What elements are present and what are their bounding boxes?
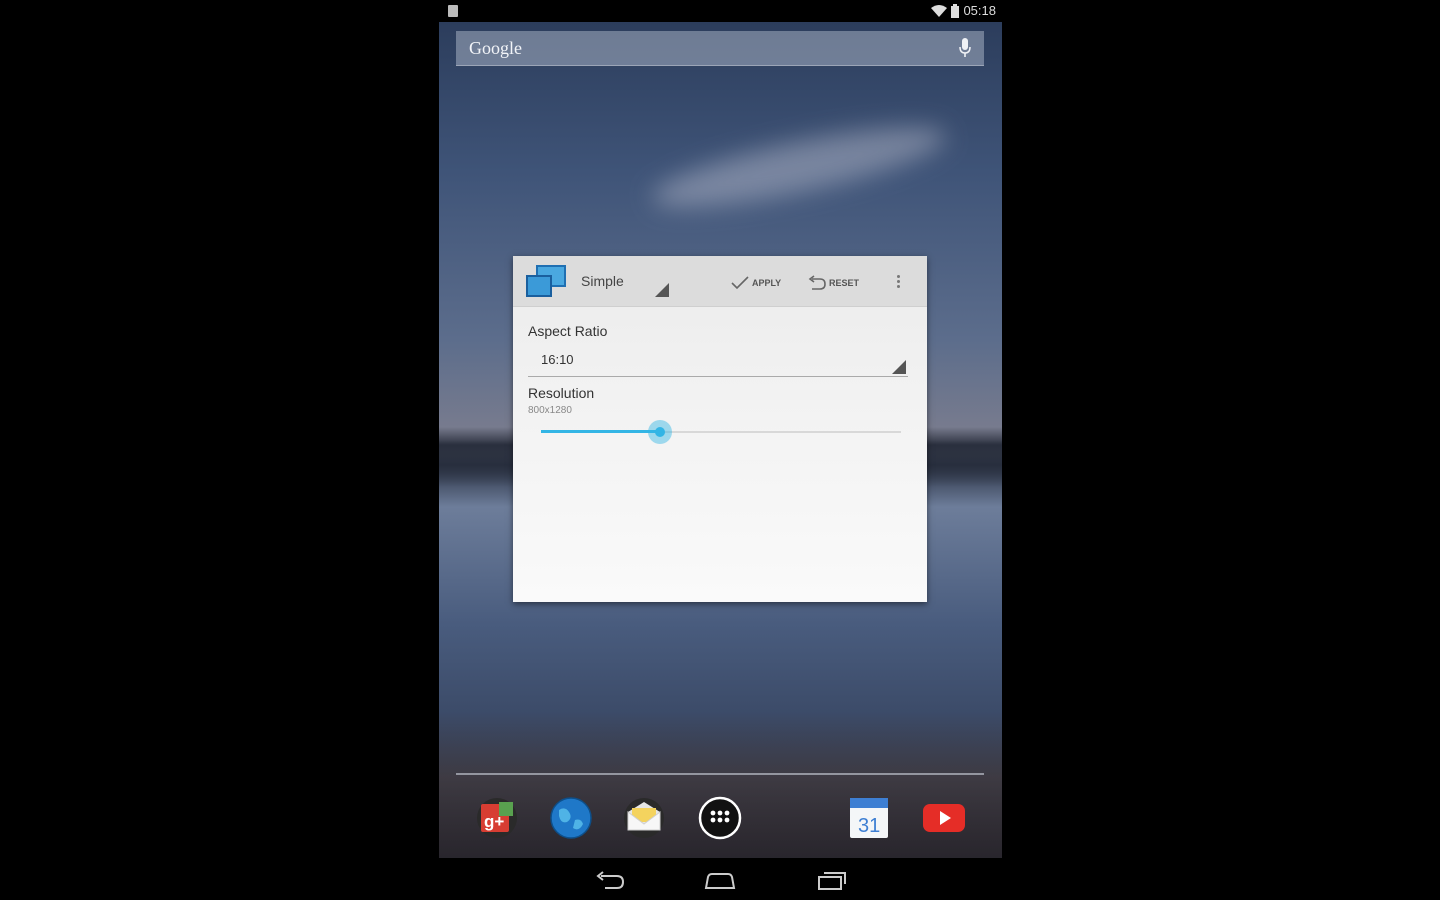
mic-icon[interactable]: [959, 38, 971, 58]
screen-resolution-app-icon: [526, 265, 566, 297]
aspect-ratio-label: Aspect Ratio: [528, 323, 608, 339]
email-icon[interactable]: [622, 796, 666, 840]
undo-icon: [808, 275, 826, 290]
calendar-icon[interactable]: 31: [847, 796, 891, 840]
status-right: 05:18: [931, 3, 996, 18]
resolution-slider[interactable]: [541, 420, 901, 444]
reset-button[interactable]: RESET: [808, 272, 859, 294]
apply-button[interactable]: APPLY: [731, 272, 781, 294]
reset-label: RESET: [829, 278, 860, 288]
resolution-value: 800x1280: [528, 405, 572, 416]
widget-toolbar: Simple APPLY RESET: [513, 256, 927, 307]
mode-spinner[interactable]: Simple: [581, 273, 671, 301]
status-bar: 05:18: [439, 0, 1002, 22]
svg-text:g+: g+: [484, 812, 504, 831]
aspect-ratio-value: 16:10: [541, 352, 574, 367]
slider-fill: [541, 430, 660, 433]
wifi-icon: [931, 4, 948, 17]
back-icon[interactable]: [593, 868, 627, 892]
home-icon[interactable]: [703, 868, 737, 892]
device-screen: 05:18 Google Simple APPLY RESET Aspect R…: [439, 0, 1002, 900]
dock-divider: [456, 773, 984, 775]
resolution-label: Resolution: [528, 385, 595, 401]
spinner-arrow-icon: [892, 360, 906, 374]
notification-icon: [448, 5, 458, 17]
google-search-bar[interactable]: Google: [456, 31, 984, 66]
app-drawer-icon[interactable]: [698, 796, 742, 840]
slider-thumb[interactable]: [647, 420, 672, 444]
spinner-arrow-icon: [655, 283, 669, 297]
battery-icon: [951, 3, 960, 18]
mode-label: Simple: [581, 273, 624, 289]
calendar-date: 31: [858, 815, 880, 837]
status-time: 05:18: [963, 3, 996, 18]
recents-icon[interactable]: [815, 868, 849, 892]
google-plus-icon[interactable]: g+: [475, 796, 519, 840]
checkmark-icon: [731, 276, 749, 290]
apply-label: APPLY: [752, 278, 782, 288]
youtube-icon[interactable]: [922, 796, 966, 840]
aspect-ratio-select[interactable]: 16:10: [528, 348, 908, 377]
wallpaper-cloud: [647, 111, 951, 223]
browser-globe-icon[interactable]: [549, 796, 593, 840]
resolution-widget: Simple APPLY RESET Aspect Ratio 16:10 Re…: [513, 256, 927, 602]
navigation-bar: [439, 858, 1002, 900]
overflow-menu-icon[interactable]: [895, 273, 901, 291]
google-logo: Google: [469, 38, 522, 58]
